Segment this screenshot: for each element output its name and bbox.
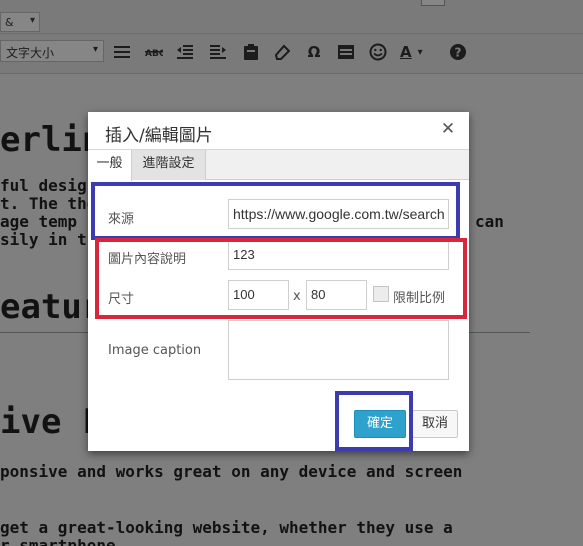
help-glyph: ?: [455, 46, 462, 60]
dialog-tabs: 一般 進階設定: [88, 150, 469, 181]
font-size-select-value: 文字大小: [6, 46, 55, 60]
width-input[interactable]: 100: [228, 280, 289, 310]
constrain-proportions-label: 限制比例: [393, 291, 446, 306]
format-select[interactable]: & ▾: [0, 12, 40, 32]
source-label: 來源: [108, 212, 135, 227]
strikethrough-icon[interactable]: ABC: [144, 42, 164, 62]
description-input[interactable]: 123: [228, 240, 449, 270]
eraser-icon[interactable]: [272, 42, 292, 62]
tab-advanced[interactable]: 進階設定: [132, 150, 206, 180]
insert-image-dialog: 插入/編輯圖片 ✕ 一般 進階設定 來源 https://www.google.…: [88, 112, 469, 451]
editor-para-1-right: can: [475, 212, 504, 231]
caption-textarea[interactable]: [228, 320, 449, 380]
ok-button[interactable]: 確定: [354, 410, 406, 438]
omega-icon[interactable]: Ω: [304, 42, 324, 62]
text-color-icon[interactable]: A ▾: [400, 42, 434, 62]
editor-heading-2: eatur: [0, 287, 103, 327]
editor-para-1-line-1: ful design: [0, 176, 97, 195]
editor-heading-1: erlin: [0, 120, 103, 160]
editor-para-1-line-2: t. The the: [0, 194, 97, 213]
source-input[interactable]: https://www.google.com.tw/search: [228, 199, 449, 229]
height-input[interactable]: 80: [306, 280, 367, 310]
editor-para-2: ponsive and works great on any device an…: [0, 462, 463, 481]
help-icon[interactable]: ?: [448, 42, 468, 62]
editor-para-1-line-3: age temp: [0, 212, 78, 231]
description-label: 圖片內容說明: [108, 252, 187, 267]
svg-text:ABC: ABC: [145, 49, 163, 59]
dialog-header: 插入/編輯圖片 ✕: [88, 112, 469, 150]
cancel-button[interactable]: 取消: [412, 410, 458, 438]
size-label: 尺寸: [108, 292, 135, 307]
editor-toolbar-row-1: & ▾: [0, 0, 583, 34]
text-color-glyph: A: [400, 43, 412, 61]
justify-icon[interactable]: [112, 42, 132, 62]
editor-para-3-line-1: get a great-looking website, whether the…: [0, 518, 453, 537]
close-icon[interactable]: ✕: [439, 120, 457, 138]
emoji-icon[interactable]: [368, 42, 388, 62]
format-select-value: &: [5, 16, 14, 29]
editor-para-3-line-2: r smartphone: [0, 536, 116, 546]
constrain-proportions-checkbox[interactable]: [373, 286, 389, 302]
table-icon[interactable]: [336, 42, 356, 62]
indent-icon[interactable]: [208, 42, 228, 62]
tab-general[interactable]: 一般: [88, 150, 132, 181]
font-size-select[interactable]: 文字大小 ▾: [0, 40, 104, 62]
chevron-down-icon: ▾: [29, 15, 35, 26]
chevron-down-icon: ▾: [92, 44, 98, 55]
times-sign: x: [293, 289, 301, 304]
chevron-down-icon: ▾: [417, 46, 423, 58]
dialog-title: 插入/編輯圖片: [105, 126, 213, 146]
toolbar-toggle-button[interactable]: [421, 0, 445, 6]
paste-icon[interactable]: [241, 42, 261, 62]
caption-label: Image caption: [108, 343, 202, 358]
outdent-icon[interactable]: [175, 42, 195, 62]
